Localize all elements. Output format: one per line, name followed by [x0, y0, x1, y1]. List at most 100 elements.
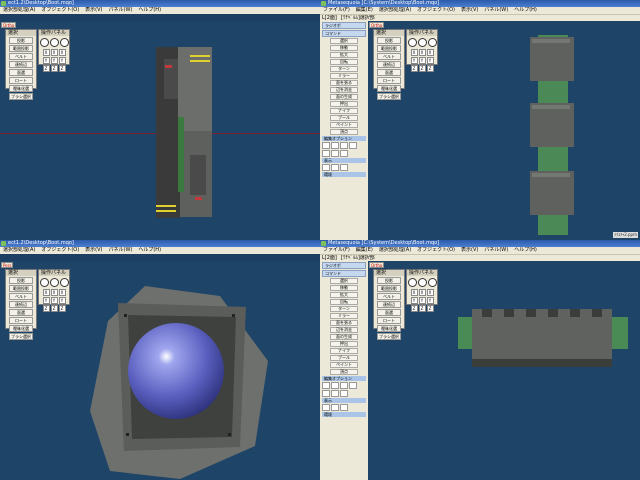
- option-toggle[interactable]: [322, 390, 330, 397]
- command-button[interactable]: ブール: [330, 115, 358, 121]
- option-toggle[interactable]: [322, 142, 330, 149]
- menu-item[interactable]: 選択部処理(A): [379, 7, 411, 13]
- section-header[interactable]: 環境: [322, 412, 366, 417]
- command-button[interactable]: 辺を消去: [330, 87, 358, 93]
- option-toggle[interactable]: [340, 382, 348, 389]
- command-button[interactable]: 回転: [330, 59, 358, 65]
- command-button[interactable]: 面の生成: [330, 334, 358, 340]
- command-button[interactable]: ペイント: [330, 362, 358, 368]
- option-toggle[interactable]: [340, 150, 348, 157]
- command-button[interactable]: 拡大: [330, 52, 358, 58]
- command-button[interactable]: 拡大: [330, 292, 358, 298]
- option-toggle[interactable]: [322, 150, 330, 157]
- menu-item[interactable]: 表示(V): [461, 247, 478, 253]
- panel-tab[interactable]: ラジオボ: [322, 22, 366, 29]
- menu-item[interactable]: 表示(V): [85, 247, 102, 253]
- command-button[interactable]: ミラー: [330, 73, 358, 79]
- section-header[interactable]: 編集オプション: [322, 136, 366, 141]
- window-titlebar[interactable]: ect1.2\Desktop\Boot.mqo]: [0, 240, 320, 247]
- 3d-viewport-top[interactable]: Ortho 選択 投影 範囲投影 ベルト 連続辺 面選 ロート 曖昧化選 ブラシ…: [368, 21, 640, 240]
- section-header[interactable]: 表示: [322, 398, 366, 403]
- window-title: ect1.2\Desktop\Boot.mqo]: [8, 0, 74, 6]
- app-icon: [321, 1, 326, 6]
- menu-item[interactable]: 選択部処理(A): [379, 247, 411, 253]
- menubar: ファイル(F) 編集(E) 選択部処理(A) オブジェクト(O) 表示(V) パネル(W)…: [320, 7, 640, 14]
- command-button[interactable]: 押出: [330, 341, 358, 347]
- command-button[interactable]: 回転: [330, 299, 358, 305]
- menu-item[interactable]: パネル(W): [109, 247, 133, 253]
- section-header[interactable]: 編集オプション: [322, 376, 366, 381]
- command-button[interactable]: 移動: [330, 285, 358, 291]
- menu-item[interactable]: パネル(W): [484, 7, 508, 13]
- command-button[interactable]: 押出: [330, 101, 358, 107]
- command-button[interactable]: ブール: [330, 355, 358, 361]
- menu-item[interactable]: オブジェクト(O): [41, 7, 79, 13]
- command-button[interactable]: 面の生成: [330, 94, 358, 100]
- window-titlebar[interactable]: ect1.2\Desktop\Boot.mqo]: [0, 0, 320, 7]
- option-toggle[interactable]: [340, 390, 348, 397]
- menu-item[interactable]: パネル(W): [109, 7, 133, 13]
- panel-tab[interactable]: コマンド: [322, 30, 366, 37]
- option-toggle[interactable]: [331, 142, 339, 149]
- window-titlebar[interactable]: Metasequoia [C:\System\Desktop\Boot.mqo]: [320, 240, 640, 247]
- panel-tab[interactable]: コマンド: [322, 270, 366, 277]
- menu-item[interactable]: オブジェクト(O): [417, 247, 455, 253]
- 3d-viewport-persp[interactable]: Pers 選択 投影 範囲投影 ベルト 連続辺 面選 ロート 曖昧化選 ブラシ選…: [0, 261, 320, 480]
- model-side-view: [156, 47, 212, 218]
- option-toggle[interactable]: [340, 404, 348, 411]
- option-toggle[interactable]: [322, 382, 330, 389]
- command-button[interactable]: ミラー: [330, 313, 358, 319]
- option-toggle[interactable]: [331, 382, 339, 389]
- menu-item[interactable]: 選択部処理(A): [3, 7, 35, 13]
- command-button[interactable]: 移動: [330, 45, 358, 51]
- app-icon: [321, 241, 326, 246]
- menu-item[interactable]: 表示(V): [461, 7, 478, 13]
- command-button[interactable]: ペイント: [330, 122, 358, 128]
- menu-item[interactable]: パネル(W): [484, 247, 508, 253]
- menu-item[interactable]: ヘルプ(H): [514, 7, 537, 13]
- window-title: ect1.2\Desktop\Boot.mqo]: [8, 240, 74, 246]
- section-header[interactable]: 環境: [322, 172, 366, 177]
- 3d-viewport-side[interactable]: Ortho 選択 投影 範囲投影 ベルト 連続辺 面選 ロート 曖昧化選 ブラシ…: [368, 261, 640, 480]
- menu-item[interactable]: ヘルプ(H): [138, 247, 161, 253]
- section-header[interactable]: 表示: [322, 158, 366, 163]
- menubar: ファイル(F) 編集(E) 選択部処理(A) オブジェクト(O) 表示(V) パネル(W)…: [320, 247, 640, 254]
- menu-item[interactable]: オブジェクト(O): [417, 7, 455, 13]
- option-toggle[interactable]: [340, 142, 348, 149]
- command-button[interactable]: 選択: [330, 38, 358, 44]
- command-button[interactable]: ターン: [330, 66, 358, 72]
- command-button[interactable]: ナイフ: [330, 108, 358, 114]
- command-button[interactable]: ナイフ: [330, 348, 358, 354]
- command-button[interactable]: 面を張る: [330, 320, 358, 326]
- model-top-view: [530, 35, 574, 235]
- menu-item[interactable]: オブジェクト(O): [41, 247, 79, 253]
- 3d-viewport-front[interactable]: Ortho 選択 投影 範囲投影 ベルト 連続辺 面選 ロート 曖昧化選 ブラシ…: [0, 21, 320, 240]
- option-toggle[interactable]: [340, 164, 348, 171]
- command-button[interactable]: 頂点: [330, 369, 358, 375]
- option-toggle[interactable]: [331, 390, 339, 397]
- menu-item[interactable]: ヘルプ(H): [138, 7, 161, 13]
- command-button[interactable]: 面を張る: [330, 80, 358, 86]
- command-button[interactable]: 頂点: [330, 129, 358, 135]
- command-button[interactable]: 選択: [330, 278, 358, 284]
- menu-item[interactable]: 表示(V): [85, 7, 102, 13]
- menu-item[interactable]: ファイル(F): [323, 7, 350, 13]
- option-toggle[interactable]: [349, 382, 357, 389]
- menu-item[interactable]: ファイル(F): [323, 247, 350, 253]
- menu-item[interactable]: 編集(E): [356, 7, 373, 13]
- menu-item[interactable]: 選択部処理(A): [3, 247, 35, 253]
- window-titlebar[interactable]: Metasequoia [C:\System\Desktop\Boot.mqo]: [320, 0, 640, 7]
- option-toggle[interactable]: [331, 404, 339, 411]
- menu-item[interactable]: ヘルプ(H): [514, 247, 537, 253]
- option-toggle[interactable]: [331, 164, 339, 171]
- app-icon: [1, 1, 6, 6]
- window-title: Metasequoia [C:\System\Desktop\Boot.mqo]: [328, 240, 440, 246]
- option-toggle[interactable]: [322, 404, 330, 411]
- command-button[interactable]: ターン: [330, 306, 358, 312]
- option-toggle[interactable]: [322, 164, 330, 171]
- option-toggle[interactable]: [331, 150, 339, 157]
- command-button[interactable]: 辺を消去: [330, 327, 358, 333]
- panel-tab[interactable]: ラジオボ: [322, 262, 366, 269]
- menu-item[interactable]: 編集(E): [356, 247, 373, 253]
- option-toggle[interactable]: [349, 142, 357, 149]
